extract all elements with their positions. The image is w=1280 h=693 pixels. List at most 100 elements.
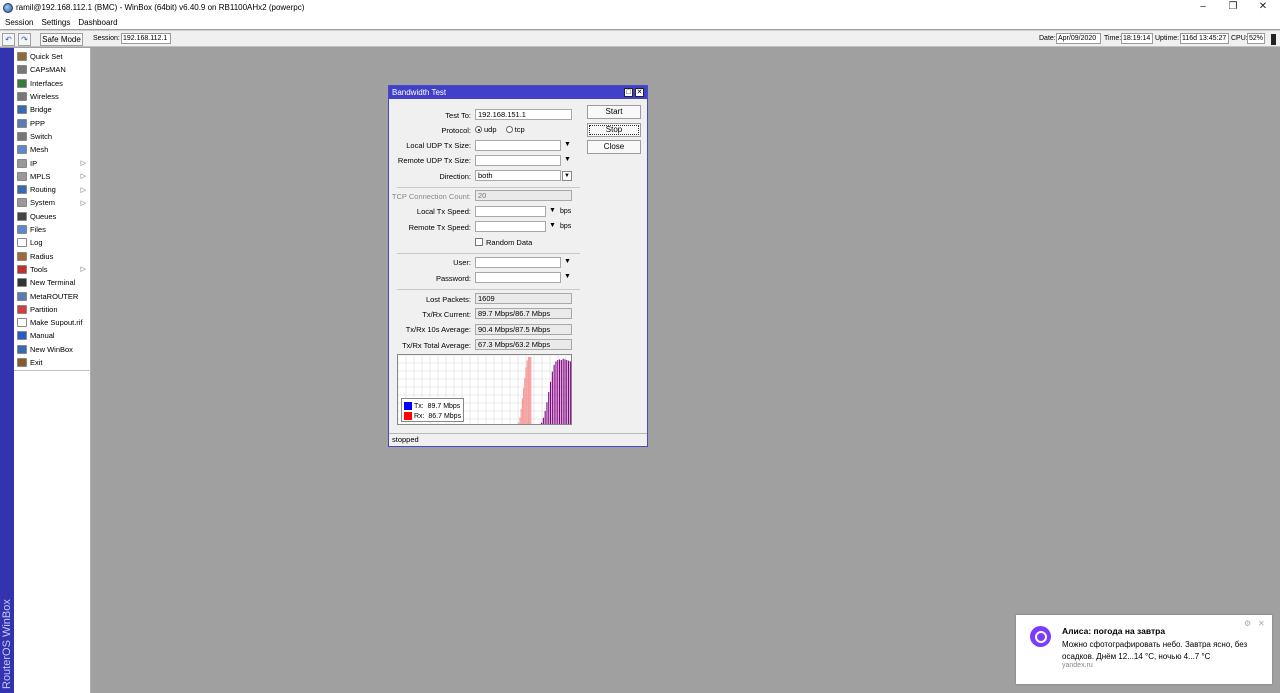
system-icon [17,198,27,208]
sidebar-item-label: Wireless [30,92,59,102]
dialog-maximize-icon[interactable]: □ [624,88,633,97]
rx-bar [530,357,532,424]
sidebar-item-routing[interactable]: Routing ▷ [14,183,91,196]
random-data-checkbox[interactable] [475,238,483,246]
sidebar-item-exit[interactable]: Exit [14,356,91,369]
sidebar-item-label: Make Supout.rif [30,318,83,328]
tx-bar [568,360,570,424]
window-title: ramil@192.168.112.1 (BMC) - WinBox (64bi… [16,3,305,12]
sidebar-item-interfaces[interactable]: Interfaces [14,77,91,90]
interfaces-icon [17,78,27,88]
txrx-current-value: 89.7 Mbps/86.7 Mbps [475,308,572,319]
sidebar-item-capsman[interactable]: CAPsMAN [14,63,91,76]
sidebar-item-mesh[interactable]: Mesh [14,143,91,156]
local-udp-tx-size-input[interactable] [475,140,561,151]
dialog-close-icon[interactable]: ✕ [635,88,644,97]
tcp-connection-count-input[interactable]: 20 [475,190,572,201]
lost-packets-value: 1609 [475,293,572,304]
close-window-button[interactable]: ✕ [1248,0,1278,15]
rx-legend-value: 86.7 Mbps [428,412,462,420]
sidebar-item-quick-set[interactable]: Quick Set [14,50,91,63]
direction-select[interactable]: both [475,170,561,181]
user-label: User: [453,258,471,267]
local-tx-speed-dropdown-icon[interactable]: ▼ [549,207,556,214]
sidebar-item-new-terminal[interactable]: New Terminal [14,276,91,289]
sidebar-menu: Quick Set CAPsMAN Interfaces Wireless Bridge… [14,48,91,693]
sidebar-item-ppp[interactable]: PPP [14,117,91,130]
local-tx-speed-unit: bps [560,208,572,215]
alice-weather-notification[interactable]: ⚙ ✕ Алиса: погода на завтра Можно сфотог… [1016,615,1272,684]
sidebar-item-label: Tools [30,264,48,274]
notification-title: Алиса: погода на завтра [1062,626,1166,636]
sidebar-item-new-winbox[interactable]: New WinBox [14,343,91,356]
user-dropdown-icon[interactable]: ▼ [564,258,571,265]
sidebar-item-bridge[interactable]: Bridge [14,103,91,116]
legend-tx: Tx: 89.7 Mbps [404,401,460,411]
rx-bar [520,408,522,424]
notification-settings-icon[interactable]: ⚙ [1244,619,1251,628]
menu-settings[interactable]: Settings [41,18,70,27]
sidebar-item-queues[interactable]: Queues [14,210,91,223]
brand-strip: RouterOS WinBox [0,48,14,693]
sidebar-item-wireless[interactable]: Wireless [14,90,91,103]
safe-mode-button[interactable]: Safe Mode [40,33,83,46]
menu-session[interactable]: Session [5,18,33,27]
rx-bar [518,422,520,424]
dialog-title-bar[interactable]: Bandwidth Test [389,86,647,99]
sidebar-item-manual[interactable]: Manual [14,329,91,342]
protocol-tcp-radio[interactable]: tcp [505,125,525,134]
sidebar-item-label: Bridge [30,105,52,115]
sidebar-item-mpls[interactable]: MPLS ▷ [14,170,91,183]
sidebar-item-files[interactable]: Files [14,223,91,236]
restore-button[interactable]: ❐ [1218,0,1248,15]
sidebar-item-system[interactable]: System ▷ [14,196,91,209]
notification-close-icon[interactable]: ✕ [1258,619,1265,628]
menu-dashboard[interactable]: Dashboard [78,18,117,27]
tx-bar [559,359,561,424]
toolbar: ↶ ↷ Safe Mode Session: 192.168.112.1 Dat… [0,30,1280,47]
user-input[interactable] [475,257,561,268]
sidebar-item-ip[interactable]: IP ▷ [14,156,91,169]
local-tx-speed-input[interactable] [475,206,546,217]
start-button[interactable]: Start [587,105,641,119]
sidebar-item-tools[interactable]: Tools ▷ [14,263,91,276]
tx-bar [553,364,555,424]
exit-icon [17,358,27,368]
date-value: Apr/09/2020 [1056,33,1101,44]
local-tx-speed-label: Local Tx Speed: [416,207,471,216]
sidebar-item-switch[interactable]: Switch [14,130,91,143]
sidebar-item-label: MPLS [30,171,51,181]
dialog-title: Bandwidth Test [392,88,447,97]
remote-tx-speed-dropdown-icon[interactable]: ▼ [549,222,556,229]
remote-tx-speed-input[interactable] [475,221,546,232]
remote-udp-tx-size-input[interactable] [475,155,561,166]
close-button[interactable]: Close [587,140,641,154]
sidebar-item-label: Files [30,225,46,235]
sidebar-item-metarouter[interactable]: MetaROUTER [14,289,91,302]
sidebar-item-make-supout-rif[interactable]: Make Supout.rif [14,316,91,329]
password-input[interactable] [475,272,561,283]
tx-legend-label: Tx: [414,402,424,410]
test-to-label: Test To: [445,111,471,120]
local-udp-tx-size-label: Local UDP Tx Size: [406,141,471,150]
direction-dropdown-icon[interactable]: ▼ [562,171,572,181]
redo-button[interactable]: ↷ [18,33,31,46]
password-dropdown-icon[interactable]: ▼ [564,273,571,280]
graph-legend: Tx: 89.7 Mbps Rx: 86.7 Mbps [401,398,464,422]
test-to-input[interactable]: 192.168.151.1 [475,109,572,120]
sidebar-item-radius[interactable]: Radius [14,250,91,263]
local-udp-dropdown-icon[interactable]: ▼ [564,141,571,148]
remote-tx-speed-unit: bps [560,223,572,230]
tx-bar [551,371,553,424]
sidebar-item-log[interactable]: Log [14,236,91,249]
undo-button[interactable]: ↶ [2,33,15,46]
sidebar-item-partition[interactable]: Partition [14,303,91,316]
protocol-udp-radio[interactable]: udp [475,125,497,134]
sidebar-item-label: Interfaces [30,78,63,88]
dialog-status-bar: stopped [389,433,647,446]
minimize-button[interactable]: – [1188,0,1218,15]
remote-udp-dropdown-icon[interactable]: ▼ [564,156,571,163]
sidebar-item-label: MetaROUTER [30,291,79,301]
sidebar-separator [14,370,91,371]
stop-button[interactable]: Stop [587,123,641,137]
